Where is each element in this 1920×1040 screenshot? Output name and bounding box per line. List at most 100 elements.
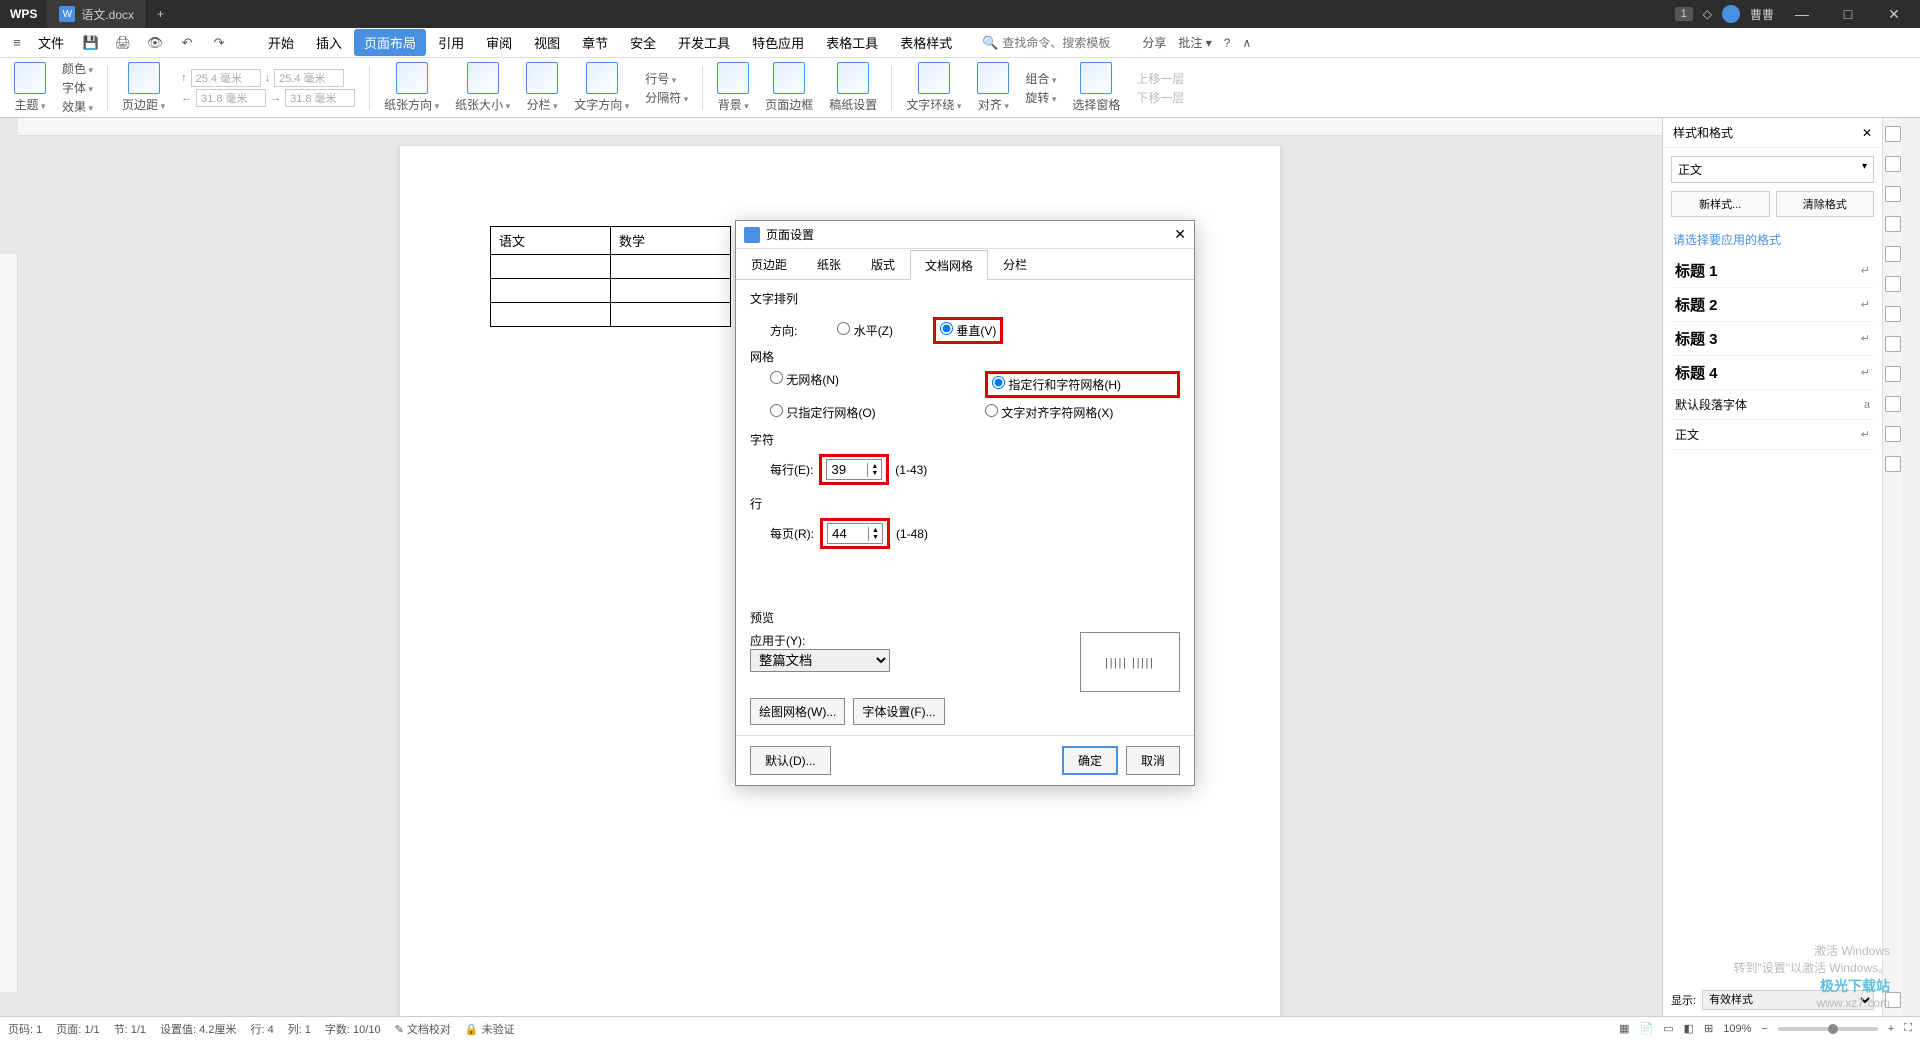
view-mode-icon[interactable]: ⊞ <box>1704 1022 1713 1035</box>
dtab-columns[interactable]: 分栏 <box>988 249 1042 279</box>
style-item-normal[interactable]: 正文↵ <box>1671 420 1874 450</box>
perpage-input[interactable] <box>828 524 868 543</box>
dialog-close-button[interactable]: ✕ <box>1174 226 1186 243</box>
close-button[interactable]: ✕ <box>1876 6 1912 23</box>
textdir-label[interactable]: 文字方向 <box>574 96 629 113</box>
dtab-margins[interactable]: 页边距 <box>736 249 802 279</box>
search-input[interactable] <box>1002 36 1142 50</box>
print-preview-icon[interactable]: 👁 <box>146 34 164 52</box>
print-icon[interactable]: 🖨 <box>114 34 132 52</box>
zoom-value[interactable]: 109% <box>1723 1023 1751 1035</box>
cancel-button[interactable]: 取消 <box>1126 746 1180 775</box>
wrap-icon[interactable] <box>918 62 950 94</box>
selpane-label[interactable]: 选择窗格 <box>1072 96 1120 113</box>
background-label[interactable]: 背景 <box>718 96 749 113</box>
margin-left-input[interactable] <box>196 89 266 107</box>
new-tab-button[interactable]: + <box>147 7 174 21</box>
save-icon[interactable]: 💾 <box>82 34 100 52</box>
table-cell[interactable] <box>611 279 731 303</box>
table-cell[interactable] <box>491 255 611 279</box>
tool-icon-10[interactable] <box>1885 396 1901 412</box>
effect-label[interactable]: 效果 <box>62 98 93 115</box>
tab-tablestyle[interactable]: 表格样式 <box>890 29 962 56</box>
tab-references[interactable]: 引用 <box>428 29 474 56</box>
spin-down-icon[interactable]: ▼ <box>868 470 881 477</box>
tab-security[interactable]: 安全 <box>620 29 666 56</box>
radio-alignchar[interactable]: 文字对齐字符网格(X) <box>985 404 1180 421</box>
vertical-ruler[interactable] <box>0 254 18 992</box>
breaks-label[interactable]: 分隔符 <box>645 89 688 106</box>
pageborder-icon[interactable] <box>773 62 805 94</box>
view-mode-icon[interactable]: ▭ <box>1663 1022 1673 1035</box>
tool-icon-12[interactable] <box>1885 456 1901 472</box>
style-item-h2[interactable]: 标题 2↵ <box>1671 288 1874 322</box>
zoom-out-icon[interactable]: − <box>1761 1023 1767 1035</box>
radio-linechar[interactable]: 指定行和字符网格(H) <box>992 376 1121 393</box>
document-tab[interactable]: W 语文.docx <box>47 0 147 28</box>
manuscript-label[interactable]: 稿纸设置 <box>829 96 877 113</box>
tab-devtools[interactable]: 开发工具 <box>668 29 740 56</box>
view-mode-icon[interactable]: 📄 <box>1640 1022 1654 1035</box>
style-item-h4[interactable]: 标题 4↵ <box>1671 356 1874 390</box>
margin-label[interactable]: 页边距 <box>122 96 165 113</box>
radio-lineonly[interactable]: 只指定行网格(O) <box>770 404 965 421</box>
orientation-icon[interactable] <box>396 62 428 94</box>
pageborder-label[interactable]: 页面边框 <box>765 96 813 113</box>
perline-input[interactable] <box>827 460 867 479</box>
fullscreen-icon[interactable]: ⛶ <box>1904 1022 1912 1035</box>
clear-format-button[interactable]: 清除格式 <box>1776 191 1875 217</box>
maximize-button[interactable]: □ <box>1830 6 1866 22</box>
view-mode-icon[interactable]: ▦ <box>1619 1022 1629 1035</box>
table-cell[interactable] <box>611 255 731 279</box>
tab-section[interactable]: 章节 <box>572 29 618 56</box>
manuscript-icon[interactable] <box>837 62 869 94</box>
linenum-label[interactable]: 行号 <box>645 70 676 87</box>
drawgrid-button[interactable]: 绘图网格(W)... <box>750 698 845 725</box>
status-proof[interactable]: ✎ 文档校对 <box>395 1021 451 1037</box>
zoom-slider[interactable] <box>1778 1027 1878 1031</box>
tab-insert[interactable]: 插入 <box>306 29 352 56</box>
group-label[interactable]: 组合 <box>1025 70 1056 87</box>
share-button[interactable]: 分享 <box>1142 34 1166 51</box>
background-icon[interactable] <box>717 62 749 94</box>
fontsetting-button[interactable]: 字体设置(F)... <box>853 698 944 725</box>
tool-icon-8[interactable] <box>1885 336 1901 352</box>
command-search[interactable]: 🔍 <box>982 35 1142 51</box>
tool-icon-3[interactable] <box>1885 186 1901 202</box>
style-item-h1[interactable]: 标题 1↵ <box>1671 254 1874 288</box>
status-page[interactable]: 页码: 1 <box>8 1021 42 1037</box>
rotate-label[interactable]: 旋转 <box>1025 89 1056 106</box>
papersize-icon[interactable] <box>467 62 499 94</box>
columns-icon[interactable] <box>526 62 558 94</box>
radio-vertical[interactable]: 垂直(V) <box>940 322 996 339</box>
status-verify[interactable]: 🔒 未验证 <box>465 1021 515 1037</box>
collapse-ribbon-icon[interactable]: ∧ <box>1242 36 1251 50</box>
close-panel-icon[interactable]: ✕ <box>1862 126 1872 140</box>
skin-icon[interactable]: ◇ <box>1703 7 1712 21</box>
tab-review[interactable]: 审阅 <box>476 29 522 56</box>
status-pages[interactable]: 页面: 1/1 <box>56 1021 99 1037</box>
selpane-icon[interactable] <box>1080 62 1112 94</box>
table-cell[interactable] <box>491 279 611 303</box>
align-icon[interactable] <box>977 62 1009 94</box>
tool-icon-9[interactable] <box>1885 366 1901 382</box>
status-section[interactable]: 节: 1/1 <box>114 1021 146 1037</box>
wrap-label[interactable]: 文字环绕 <box>906 96 961 113</box>
default-button[interactable]: 默认(D)... <box>750 746 831 775</box>
textdir-icon[interactable] <box>586 62 618 94</box>
style-item-h3[interactable]: 标题 3↵ <box>1671 322 1874 356</box>
color-label[interactable]: 颜色 <box>62 60 93 77</box>
align-label[interactable]: 对齐 <box>978 96 1009 113</box>
redo-icon[interactable]: ↷ <box>210 34 228 52</box>
tool-icon-7[interactable] <box>1885 306 1901 322</box>
columns-label[interactable]: 分栏 <box>527 96 558 113</box>
tab-tabletools[interactable]: 表格工具 <box>816 29 888 56</box>
radio-horizontal[interactable]: 水平(Z) <box>837 322 893 339</box>
papersize-label[interactable]: 纸张大小 <box>455 96 510 113</box>
tab-special[interactable]: 特色应用 <box>742 29 814 56</box>
new-style-button[interactable]: 新样式... <box>1671 191 1770 217</box>
dtab-layout[interactable]: 版式 <box>856 249 910 279</box>
comment-button[interactable]: 批注 ▾ <box>1178 34 1211 51</box>
status-words[interactable]: 字数: 10/10 <box>325 1021 381 1037</box>
tool-icon-6[interactable] <box>1885 276 1901 292</box>
